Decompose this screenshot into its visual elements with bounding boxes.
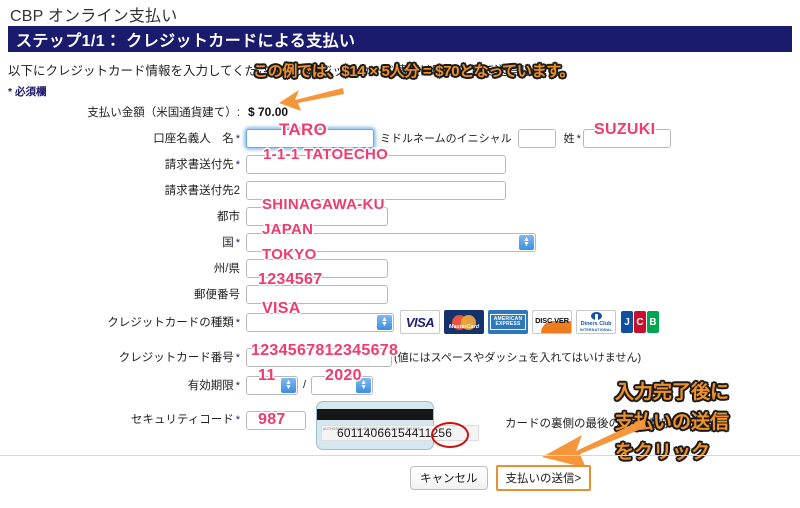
row-security-code: セキュリティコード * AUTHORIZED SIGNATURE NOT VALI… [0, 401, 800, 450]
payment-form: 支払い金額（米国通貨建て）: $ 70.00 口座名義人 名 * ミドルネームのイ… [0, 100, 800, 450]
required-star: * [576, 133, 581, 145]
expiry-separator: / [303, 379, 307, 391]
billing-address2-input[interactable] [246, 180, 506, 200]
billing-address2-label: 請求書送付先2 [164, 185, 240, 197]
first-name-label: 口座名義人 名 * [0, 130, 246, 146]
middle-initial-input[interactable] [517, 128, 556, 148]
visa-logo-icon: VISA [400, 310, 440, 334]
amex-line2: EXPRESS [495, 321, 521, 327]
row-expiry: 有効期限 * ▲ ▼ / ▲ ▼ [0, 373, 800, 397]
diners-emblem [590, 312, 602, 321]
chevron-updown-icon: ▲ ▼ [356, 377, 372, 393]
security-code-note: カードの裏側の最後の3桁の数字 [505, 418, 673, 430]
postal-code-label: 郵便番号 [194, 289, 240, 301]
postal-code-input[interactable] [246, 284, 388, 304]
amex-logo-box: AMERICAN EXPRESS [489, 314, 527, 330]
mastercard-logo-icon: MasterCard [444, 310, 484, 334]
diners-line2: INTERNATIONAL [579, 328, 613, 332]
row-state: 州/県 [0, 256, 800, 280]
city-input[interactable] [246, 206, 388, 226]
billing-address-label: 請求書送付先 * [0, 156, 246, 172]
required-star: * [235, 317, 240, 329]
card-type-label-text: クレジットカードの種類 [107, 317, 234, 329]
discover-logo-icon: DISC VER [532, 310, 572, 334]
city-label: 都市 [217, 211, 240, 223]
required-star: * [235, 380, 240, 392]
security-code-input[interactable] [246, 411, 306, 430]
state-input[interactable] [246, 258, 388, 278]
footer-divider [0, 455, 800, 456]
card-number-label: クレジットカード番号 * [0, 349, 246, 365]
chevron-updown-icon: ▲ ▼ [281, 377, 296, 393]
annotation-submit-line3: をクリック [615, 442, 711, 463]
row-billing-address2: 請求書送付先2 [0, 178, 800, 202]
card-back-illustration: AUTHORIZED SIGNATURE NOT VALID UNLESS SI… [316, 401, 479, 450]
mastercard-logo-text: MasterCard [448, 324, 480, 330]
required-star: * [235, 352, 240, 364]
billing-address-input[interactable] [246, 154, 506, 174]
page-title: CBP オンライン支払い [10, 8, 178, 25]
required-star: * [235, 414, 240, 426]
jcb-j: J [621, 311, 633, 333]
row-account-holder: 口座名義人 名 * ミドルネームのイニシャル 姓 * [0, 126, 800, 150]
billing-address-label-text: 請求書送付先 [164, 159, 234, 171]
amex-logo-icon: AMERICAN EXPRESS [488, 310, 528, 334]
card-magnetic-stripe [317, 409, 433, 420]
row-postal-code: 郵便番号 [0, 282, 800, 306]
row-amount: 支払い金額（米国通貨建て）: $ 70.00 [0, 100, 800, 124]
card-type-label: クレジットカードの種類 * [0, 314, 246, 330]
country-select[interactable]: ▲ ▼ [246, 232, 536, 252]
security-code-label: セキュリティコード * [0, 407, 246, 427]
country-label: 国 * [0, 234, 246, 250]
card-number-input[interactable] [246, 347, 392, 367]
last-name-label: 姓 * [556, 130, 583, 146]
security-code-label-text: セキュリティコード [130, 414, 234, 426]
jcb-c: C [634, 311, 646, 333]
expiry-label-text: 有効期限 [187, 380, 234, 392]
submit-button-highlight: 支払いの送信> [495, 465, 592, 491]
row-card-type: クレジットカードの種類 * ▲ ▼ VISA MasterCard AMERICAN… [0, 308, 800, 336]
expiry-year-select[interactable]: ▲ ▼ [311, 375, 374, 395]
chevron-updown-icon: ▲ ▼ [519, 234, 534, 250]
cancel-button[interactable]: キャンセル [410, 466, 488, 490]
country-label-text: 国 [222, 237, 234, 249]
discover-logo-text: DISC VER [535, 316, 569, 325]
required-star: * [235, 237, 240, 249]
card-back-account-digits: 60114066154411 [337, 426, 432, 440]
submit-payment-button[interactable]: 支払いの送信> [497, 467, 590, 489]
card-number-label-text: クレジットカード番号 [118, 352, 234, 364]
intro-text: 以下にクレジットカード情報を入力してください。クレジットカード情報は暗号化して送… [8, 64, 569, 78]
card-type-select[interactable]: ▲ ▼ [246, 312, 394, 332]
middle-initial-label: ミドルネームのイニシャル [380, 133, 512, 145]
card-number-hint: (値にはスペースやダッシュを入れてはいけません) [394, 352, 642, 364]
row-country: 国 * ▲ ▼ [0, 230, 800, 254]
accepted-card-logos: VISA MasterCard AMERICAN EXPRESS DISC VE… [400, 310, 660, 334]
first-name-label-text: 口座名義人 名 [153, 133, 234, 145]
expiry-label: 有効期限 * [0, 377, 246, 393]
step-header-bar: ステップ1/1： クレジットカードによる支払い [8, 26, 792, 52]
required-star: * [235, 133, 240, 145]
last-name-input[interactable] [582, 128, 671, 148]
state-label: 州/県 [213, 263, 240, 275]
required-field-note: * 必須欄 [8, 86, 47, 98]
row-card-number: クレジットカード番号 * (値にはスペースやダッシュを入れてはいけません) [0, 345, 800, 369]
row-city: 都市 [0, 204, 800, 228]
diners-club-logo-icon: Diners Club INTERNATIONAL [576, 310, 616, 334]
chevron-updown-icon: ▲ ▼ [377, 314, 392, 330]
row-billing-address: 請求書送付先 * [0, 152, 800, 176]
jcb-b: B [647, 311, 659, 333]
amount-label: 支払い金額（米国通貨建て）: [87, 107, 240, 119]
amount-value: $ 70.00 [248, 105, 289, 119]
last-name-label-text: 姓 [563, 133, 575, 145]
expiry-month-select[interactable]: ▲ ▼ [246, 375, 298, 395]
required-star: * [235, 159, 240, 171]
jcb-logo-icon: J C B [620, 310, 660, 334]
cvv-highlight-circle [431, 422, 469, 448]
first-name-input[interactable] [246, 128, 374, 148]
form-action-buttons: キャンセル 支払いの送信> [410, 465, 592, 491]
